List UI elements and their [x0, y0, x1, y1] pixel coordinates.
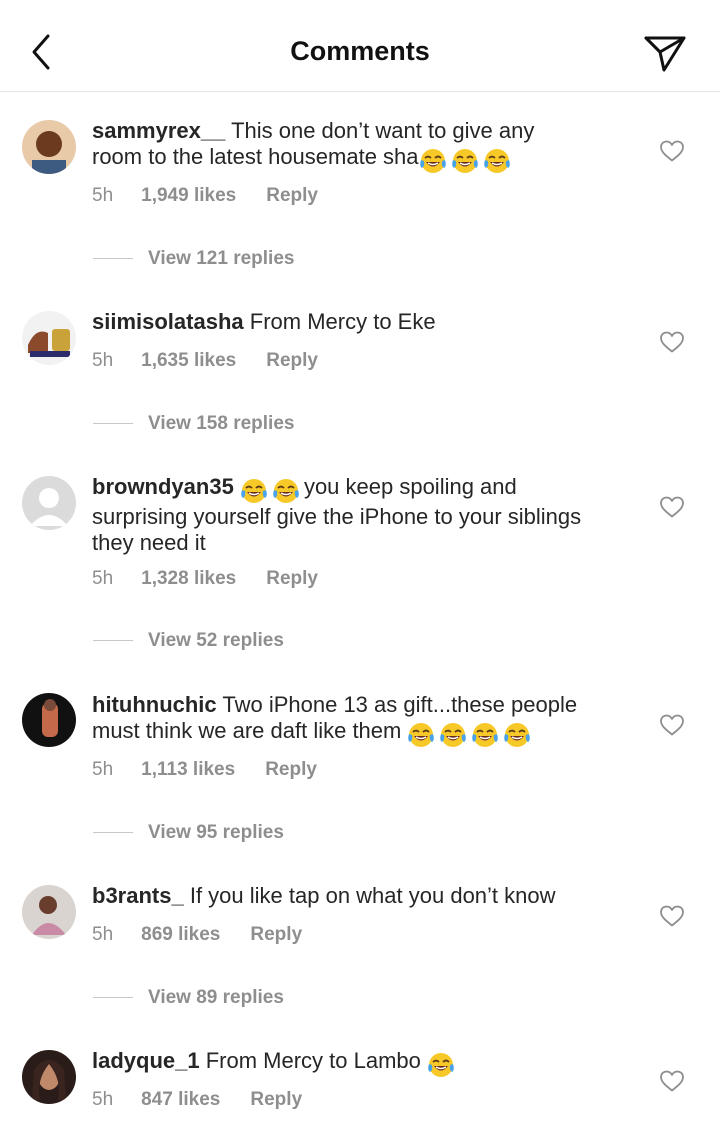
emoji-group: [427, 1052, 459, 1078]
comment-username[interactable]: hituhnuchic: [92, 692, 217, 717]
view-replies-label: View 89 replies: [148, 987, 284, 1008]
comment-username[interactable]: b3rants_: [92, 883, 184, 908]
comment-meta: 5h 847 likes Reply: [92, 1089, 302, 1111]
comment-time: 5h: [92, 759, 114, 780]
view-replies-label: View 95 replies: [148, 822, 284, 843]
share-button[interactable]: [642, 32, 688, 74]
laughing-emoji-icon: [272, 478, 300, 504]
likes-count[interactable]: 847 likes: [141, 1089, 220, 1111]
comment-body-cont: they need it: [92, 530, 206, 555]
avatar[interactable]: [22, 1050, 76, 1104]
divider: [93, 258, 133, 260]
user-avatar-photo: [22, 693, 76, 747]
comment-meta: 5h 1,949 likes Reply: [92, 185, 318, 207]
emoji-group: [240, 478, 304, 504]
comment-time: 5h: [92, 185, 114, 206]
divider: [93, 423, 133, 425]
user-avatar-photo: [22, 120, 76, 174]
default-avatar-icon: [22, 476, 76, 530]
laughing-emoji-icon: [439, 722, 467, 748]
heart-outline-icon[interactable]: [659, 1069, 685, 1093]
avatar[interactable]: [22, 476, 76, 530]
comment-body: If you like tap on what you don’t know: [189, 883, 556, 908]
comment-meta: 5h 1,113 likes Reply: [92, 759, 317, 781]
avatar[interactable]: [22, 885, 76, 939]
heart-outline-icon[interactable]: [659, 904, 685, 928]
comment-text: siimisolatasha From Mercy to Eke: [92, 309, 637, 335]
laughing-emoji-icon: [471, 722, 499, 748]
comment-text: browndyan35 you keep spoiling and surpri…: [92, 474, 637, 556]
reply-button[interactable]: Reply: [266, 350, 318, 372]
comment-text: b3rants_ If you like tap on what you don…: [92, 883, 637, 909]
reply-button[interactable]: Reply: [266, 185, 318, 207]
view-replies-button[interactable]: View 158 replies: [93, 413, 294, 435]
avatar[interactable]: [22, 311, 76, 365]
view-replies-button[interactable]: View 52 replies: [93, 630, 284, 652]
user-avatar-photo: [22, 1050, 76, 1104]
laughing-emoji-icon: [503, 722, 531, 748]
comment-body-cont: surprising yourself give the iPhone to y…: [92, 504, 582, 529]
comment-body: From Mercy to Eke: [249, 309, 436, 334]
comment-body: Two iPhone 13 as gift...these people: [222, 692, 578, 717]
likes-count[interactable]: 1,328 likes: [141, 568, 236, 590]
header-bar: Comments: [0, 0, 720, 92]
avatar[interactable]: [22, 693, 76, 747]
laughing-emoji-icon: [451, 148, 479, 174]
comment-text: hituhnuchic Two iPhone 13 as gift...thes…: [92, 692, 637, 748]
likes-count[interactable]: 1,949 likes: [141, 185, 236, 207]
view-replies-button[interactable]: View 121 replies: [93, 248, 294, 270]
paper-plane-icon: [644, 36, 686, 72]
view-replies-button[interactable]: View 89 replies: [93, 987, 284, 1009]
comment-time: 5h: [92, 924, 114, 945]
heart-outline-icon[interactable]: [659, 330, 685, 354]
user-avatar-photo: [22, 311, 76, 365]
heart-outline-icon[interactable]: [659, 495, 685, 519]
comment-username[interactable]: siimisolatasha: [92, 309, 244, 334]
comment-body: This one don’t want to give any: [231, 118, 535, 143]
likes-count[interactable]: 1,635 likes: [141, 350, 236, 372]
emoji-group: [407, 722, 535, 748]
avatar[interactable]: [22, 120, 76, 174]
reply-button[interactable]: Reply: [250, 1089, 302, 1111]
comment-text: ladyque_1 From Mercy to Lambo: [92, 1048, 637, 1078]
comment-username[interactable]: browndyan35: [92, 474, 234, 499]
comment-body: From Mercy to Lambo: [205, 1048, 421, 1073]
heart-outline-icon[interactable]: [659, 713, 685, 737]
comment-time: 5h: [92, 568, 114, 589]
comment-username[interactable]: ladyque_1: [92, 1048, 200, 1073]
comment-meta: 5h 869 likes Reply: [92, 924, 302, 946]
divider: [93, 640, 133, 642]
laughing-emoji-icon: [427, 1052, 455, 1078]
comment-body-cont: room to the latest housemate sha: [92, 144, 419, 169]
laughing-emoji-icon: [407, 722, 435, 748]
view-replies-label: View 158 replies: [148, 413, 295, 434]
divider: [93, 997, 133, 999]
reply-button[interactable]: Reply: [250, 924, 302, 946]
laughing-emoji-icon: [240, 478, 268, 504]
view-replies-label: View 52 replies: [148, 630, 284, 651]
laughing-emoji-icon: [419, 148, 447, 174]
comment-time: 5h: [92, 1089, 114, 1110]
comment-meta: 5h 1,635 likes Reply: [92, 350, 318, 372]
page-title: Comments: [290, 36, 430, 66]
view-replies-label: View 121 replies: [148, 248, 295, 269]
comment-text: sammyrex__ This one don’t want to give a…: [92, 118, 637, 174]
comment-username[interactable]: sammyrex__: [92, 118, 225, 143]
emoji-group: [419, 148, 515, 174]
view-replies-button[interactable]: View 95 replies: [93, 822, 284, 844]
likes-count[interactable]: 869 likes: [141, 924, 220, 946]
comment-meta: 5h 1,328 likes Reply: [92, 568, 318, 590]
laughing-emoji-icon: [483, 148, 511, 174]
comment-body-cont: must think we are daft like them: [92, 718, 402, 743]
likes-count[interactable]: 1,113 likes: [141, 759, 235, 781]
comment-time: 5h: [92, 350, 114, 371]
heart-outline-icon[interactable]: [659, 139, 685, 163]
divider: [93, 832, 133, 834]
reply-button[interactable]: Reply: [265, 759, 317, 781]
comment-body: you keep spoiling and: [303, 474, 517, 499]
user-avatar-photo: [22, 885, 76, 939]
reply-button[interactable]: Reply: [266, 568, 318, 590]
